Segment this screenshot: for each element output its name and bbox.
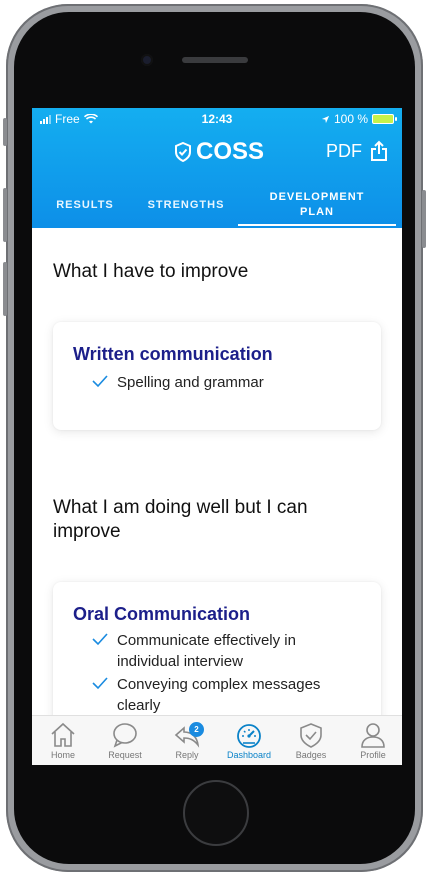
pdf-label: PDF <box>326 140 362 161</box>
front-camera <box>141 54 153 66</box>
improvement-card: Oral Communication Communicate effective… <box>53 582 381 715</box>
reply-count-badge: 2 <box>189 722 204 737</box>
pdf-export-button[interactable]: PDF <box>326 140 388 162</box>
nav-reply[interactable]: 2 Reply <box>156 716 218 765</box>
nav-badges[interactable]: Badges <box>280 716 342 765</box>
section-title: What I have to improve <box>53 261 249 282</box>
list-item: Conveying complex messages clearly <box>91 674 341 715</box>
card-title: Oral Communication <box>73 604 251 624</box>
app-header: Free 12:43 100 % COSS PDF RESULTS STRENG… <box>32 108 402 228</box>
mute-switch <box>3 118 7 146</box>
section-title: What I am doing well but I can improve <box>53 497 308 542</box>
shield-logo-icon <box>175 142 191 162</box>
earpiece-speaker <box>182 57 248 63</box>
item-label: Communicate effectively in individual in… <box>117 632 296 670</box>
nav-label: Reply <box>175 750 199 760</box>
tab-development-plan[interactable]: DEVELOPMENT PLAN <box>258 182 376 228</box>
battery-percent: 100 % <box>333 112 368 126</box>
list-item: Spelling and grammar <box>91 372 351 393</box>
home-button[interactable] <box>183 780 249 846</box>
power-button <box>422 190 426 248</box>
tab-results[interactable]: RESULTS <box>40 182 130 228</box>
nav-profile[interactable]: Profile <box>342 716 402 765</box>
speedometer-icon <box>237 724 261 748</box>
nav-label: Badges <box>295 750 327 760</box>
nav-label: Home <box>50 750 75 760</box>
volume-down-button <box>3 262 7 316</box>
tab-bar: RESULTS STRENGTHS DEVELOPMENT PLAN <box>32 182 402 228</box>
battery-icon <box>372 114 397 124</box>
logo-text: COSS <box>196 138 265 165</box>
development-plan-content[interactable]: What I have to improve Written communica… <box>32 228 402 715</box>
app-screen: Free 12:43 100 % COSS PDF RESULTS STRENG… <box>32 108 402 765</box>
nav-label: Request <box>108 750 142 760</box>
home-icon <box>51 722 75 747</box>
nav-home[interactable]: Home <box>32 716 94 765</box>
checkmark-icon <box>92 677 108 690</box>
nav-request[interactable]: Request <box>94 716 156 765</box>
tab-strengths[interactable]: STRENGTHS <box>140 182 232 228</box>
chat-bubble-icon <box>113 723 137 748</box>
checkmark-icon <box>92 375 108 388</box>
nav-label: Profile <box>360 750 386 760</box>
nav-dashboard[interactable]: Dashboard <box>218 716 280 765</box>
checkmark-icon <box>92 633 108 646</box>
person-icon <box>361 723 385 748</box>
item-label: Spelling and grammar <box>117 374 264 391</box>
volume-up-button <box>3 188 7 242</box>
improvement-card: Written communication Spelling and gramm… <box>53 322 381 430</box>
bottom-navigation: Home Request 2 Reply Dashboard Badges Pr… <box>32 715 402 765</box>
list-item: Communicate effectively in individual in… <box>91 630 331 672</box>
location-arrow-icon <box>321 115 330 123</box>
shield-check-icon <box>300 723 322 748</box>
share-icon <box>371 140 387 161</box>
active-tab-indicator <box>238 224 396 226</box>
coss-logo: COSS <box>174 138 264 166</box>
item-label: Conveying complex messages clearly <box>117 676 321 714</box>
card-title: Written communication <box>73 344 273 364</box>
nav-label: Dashboard <box>226 750 272 760</box>
status-bar: Free 12:43 100 % <box>32 108 402 130</box>
